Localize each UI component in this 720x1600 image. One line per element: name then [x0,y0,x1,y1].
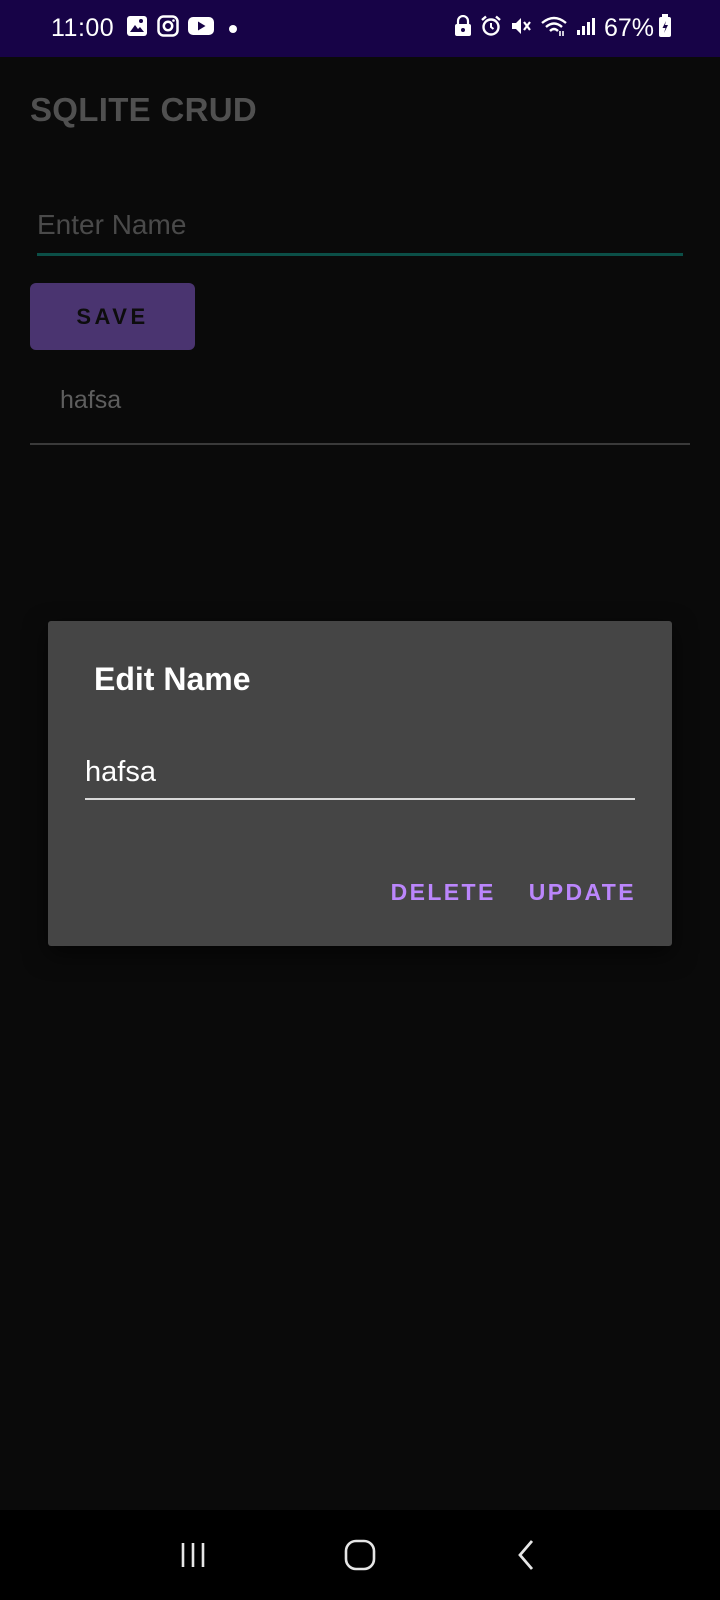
status-bar-left: 11:00 [51,14,238,43]
gallery-icon [126,15,148,42]
navigation-bar [0,1510,720,1600]
name-input[interactable] [37,202,683,256]
mute-icon [510,15,532,42]
name-list: hafsa [30,357,690,445]
recent-apps-icon[interactable] [163,1525,223,1585]
instagram-icon [157,15,179,42]
edit-name-field[interactable] [85,750,635,800]
wifi-icon [540,15,568,42]
battery-percentage: 67% [603,14,654,42]
back-icon[interactable] [497,1525,557,1585]
battery-icon [658,14,672,43]
signal-icon [576,16,596,41]
save-button[interactable]: SAVE [30,283,195,350]
status-time: 11:00 [51,14,115,42]
update-button[interactable]: UPDATE [529,879,636,906]
page-title: SQLITE CRUD [30,91,257,128]
youtube-icon [188,16,215,41]
status-bar: 11:00 67% [0,0,720,57]
notification-dot-icon [229,24,238,33]
delete-button[interactable]: DELETE [391,879,496,906]
dialog-actions: DELETE UPDATE [358,879,636,906]
list-item[interactable]: hafsa [30,357,690,445]
alarm-icon [480,15,502,42]
lock-icon [454,14,472,42]
edit-name-dialog: Edit Name DELETE UPDATE [48,621,672,946]
status-bar-right: 67% [454,14,680,43]
home-icon[interactable] [330,1525,390,1585]
dialog-title: Edit Name [94,661,251,697]
